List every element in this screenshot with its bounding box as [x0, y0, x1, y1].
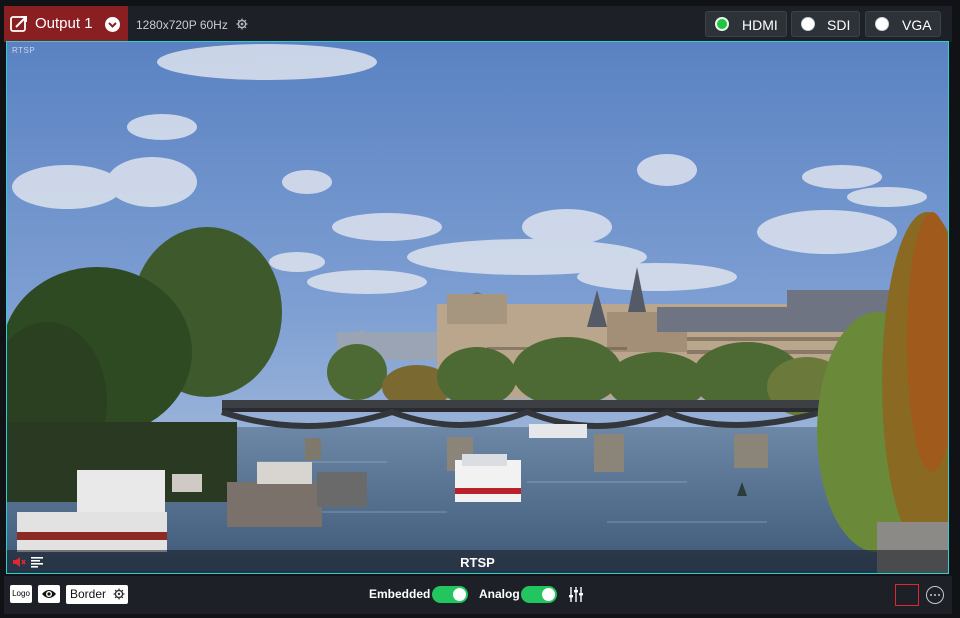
source-label: RTSP [460, 555, 495, 570]
signal-vga-button[interactable]: VGA [865, 11, 941, 37]
output-control-bar: Logo Border Embedded Analog [4, 576, 952, 614]
border-button[interactable]: Border [66, 585, 128, 604]
embedded-audio-label: Embedded [369, 587, 431, 601]
signal-hdmi-button[interactable]: HDMI [705, 11, 787, 37]
border-color-swatch[interactable] [895, 584, 919, 606]
signal-label: VGA [902, 17, 932, 33]
output-panel: Output 1 1280x720P 60Hz HDMI SDI VGA RTS… [0, 0, 960, 618]
output-selector[interactable]: Output 1 [4, 6, 128, 42]
gear-icon[interactable] [113, 588, 125, 600]
signal-label: SDI [827, 17, 851, 33]
more-icon[interactable] [926, 586, 944, 604]
edit-icon[interactable] [10, 15, 28, 33]
stream-type-tag: RTSP [12, 46, 36, 55]
gear-icon[interactable] [236, 18, 248, 30]
output-header-bar: Output 1 1280x720P 60Hz HDMI SDI VGA [4, 6, 952, 42]
visibility-button[interactable] [38, 585, 60, 603]
toggle-knob [542, 588, 555, 601]
preview-frame-image [7, 42, 948, 573]
signal-sdi-button[interactable]: SDI [791, 11, 860, 37]
output-title: Output 1 [35, 15, 93, 32]
signal-status-dot [875, 17, 889, 31]
eye-icon [42, 590, 56, 598]
toggle-knob [453, 588, 466, 601]
signal-status-dot [801, 17, 815, 31]
analog-audio-label: Analog [479, 587, 520, 601]
video-preview[interactable]: RTSP RTSP [6, 41, 949, 574]
embedded-audio-toggle[interactable] [432, 586, 468, 603]
logo-button[interactable]: Logo [10, 585, 32, 603]
border-label: Border [70, 587, 107, 601]
preview-status-strip: RTSP [7, 550, 948, 573]
resolution-label: 1280x720P 60Hz [136, 18, 228, 32]
chevron-down-icon[interactable] [105, 17, 120, 32]
mixer-sliders-icon[interactable] [569, 587, 583, 602]
signal-status-dot [715, 17, 729, 31]
analog-audio-toggle[interactable] [521, 586, 557, 603]
signal-label: HDMI [742, 17, 778, 33]
